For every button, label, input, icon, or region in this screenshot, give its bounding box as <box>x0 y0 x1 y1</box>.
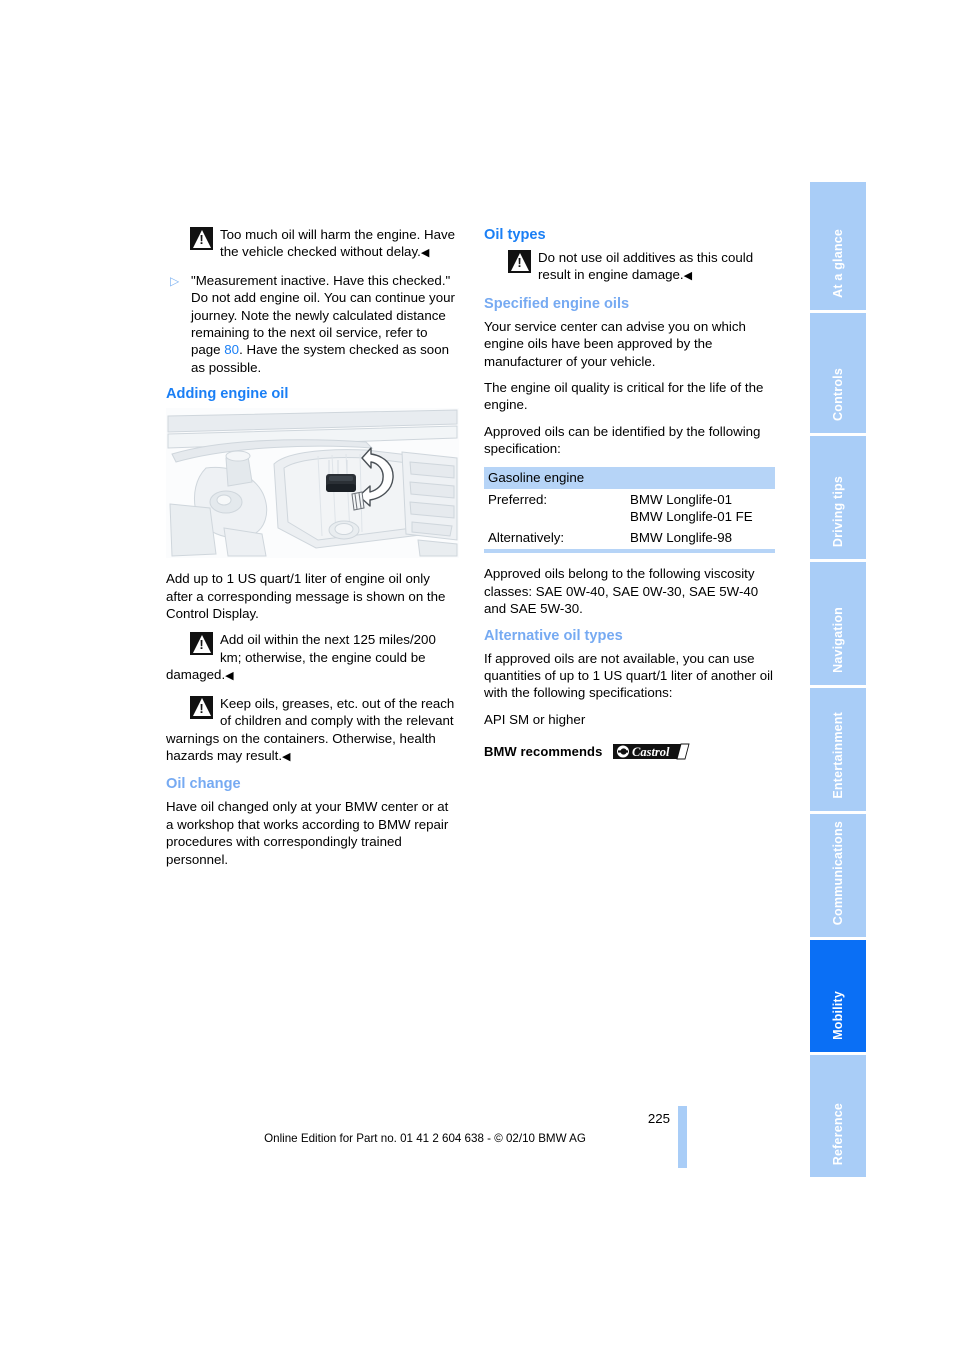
warning-triangle-icon <box>190 632 213 656</box>
warning-triangle-icon <box>508 250 531 273</box>
warning-note-too-much-oil: Too much oil will harm the engine. Have … <box>166 226 459 263</box>
heading-oil-change: Oil change <box>166 776 241 793</box>
alternative-oils-body: If approved oils are not available, you … <box>484 650 774 701</box>
heading-adding-engine-oil: Adding engine oil <box>166 386 289 403</box>
section-tab-rail: At a glance Controls Driving tips Naviga… <box>810 182 866 1177</box>
table-footer-bar <box>484 549 775 554</box>
table-body: Preferred: BMW Longlife-01 BMW Longlife-… <box>484 489 775 549</box>
engine-bay-oil-filler-cap-illustration <box>166 408 459 559</box>
oil-change-body: Have oil changed only at your BMW center… <box>166 799 449 867</box>
sidebar-tab-label: Mobility <box>831 991 845 1040</box>
sidebar-tab-label: Driving tips <box>831 475 845 547</box>
table-cell-value-preferred: BMW Longlife-01 BMW Longlife-01 FE <box>626 489 775 527</box>
adding-oil-body: Add up to 1 US quart/1 liter of engine o… <box>166 571 446 622</box>
sidebar-tab-driving-tips[interactable]: Driving tips <box>810 436 866 559</box>
warning-triangle-icon <box>190 227 213 250</box>
quoted-message: "Measurement inactive. Have this checked… <box>191 272 451 288</box>
sidebar-tab-communications[interactable]: Communications <box>810 814 866 937</box>
svg-text:Castrol: Castrol <box>632 745 670 759</box>
sidebar-tab-label: Communications <box>831 820 845 925</box>
gasoline-engine-oil-table: Gasoline engine Preferred: BMW Longlife-… <box>484 466 775 554</box>
heading-alternative-oil-types: Alternative oil types <box>484 627 623 644</box>
viscosity-classes-note: Approved oils belong to the following vi… <box>484 566 759 617</box>
recommend-label: BMW recommends <box>484 743 603 759</box>
sidebar-tab-label: At a glance <box>831 229 845 298</box>
table-bottom-rule <box>484 549 775 554</box>
table-header-gasoline-engine: Gasoline engine <box>484 466 775 490</box>
castrol-logo: Castrol <box>612 742 691 761</box>
table-row: Preferred: BMW Longlife-01 BMW Longlife-… <box>484 489 775 527</box>
table-row: Alternatively: BMW Longlife-98 <box>484 527 775 549</box>
measurement-body: Do not add engine oil. You can continue … <box>191 289 459 376</box>
page-reference-link[interactable]: 80 <box>224 342 239 357</box>
specified-oils-paragraph-3: Approved oils can be identified by the f… <box>484 423 761 457</box>
heading-specified-engine-oils: Specified engine oils <box>484 295 630 312</box>
table-cell-label-alternatively: Alternatively: <box>488 529 565 545</box>
sidebar-tab-at-a-glance[interactable]: At a glance <box>810 182 866 310</box>
sidebar-tab-label: Controls <box>831 368 845 421</box>
warning-triangle-icon <box>190 695 213 719</box>
alternative-oils-spec: API SM or higher <box>484 711 586 727</box>
sidebar-tab-label: Reference <box>831 1102 845 1165</box>
warning-note-body: Do not use oil additives as this could r… <box>538 250 754 283</box>
table-footer-row <box>484 549 775 554</box>
oil-value: BMW Longlife-98 <box>630 529 732 545</box>
brand-recommendation: BMW recommends Castrol <box>484 742 777 761</box>
end-of-note-marker: ◀ <box>225 670 234 683</box>
specified-oils-paragraph-2: The engine oil quality is critical for t… <box>484 380 764 413</box>
sidebar-tab-navigation[interactable]: Navigation <box>810 562 866 685</box>
warning-note-no-additives: Do not use oil additives as this could r… <box>484 249 777 286</box>
end-of-note-marker: ◀ <box>282 750 291 763</box>
footer-edition-text: Online Edition for Part no. 01 41 2 604 … <box>264 1132 586 1145</box>
sidebar-tab-label: Entertainment <box>831 712 845 799</box>
sidebar-tab-reference[interactable]: Reference <box>810 1055 866 1177</box>
end-of-note-marker: ◀ <box>420 247 430 260</box>
sidebar-tab-mobility[interactable]: Mobility <box>810 940 866 1052</box>
warning-note-add-within-distance: Add oil within the next 125 miles/200 km… <box>166 631 459 685</box>
heading-oil-types: Oil types <box>484 227 546 243</box>
oil-value: BMW Longlife-01 <box>630 492 732 508</box>
table-header-row: Gasoline engine <box>484 466 775 490</box>
manual-page: Too much oil will harm the engine. Have … <box>0 0 954 1350</box>
sidebar-tab-controls[interactable]: Controls <box>810 313 866 433</box>
table-cell-label-preferred: Preferred: <box>488 492 548 508</box>
end-of-note-marker: ◀ <box>683 270 693 283</box>
table-header: Gasoline engine <box>484 466 775 490</box>
list-item-measurement-inactive: ▷ "Measurement inactive. Have this check… <box>166 272 459 376</box>
oil-value: BMW Longlife-01 FE <box>630 509 753 525</box>
sidebar-tab-entertainment[interactable]: Entertainment <box>810 688 866 811</box>
left-text-column: Too much oil will harm the engine. Have … <box>166 226 459 877</box>
table-cell-value-alternatively: BMW Longlife-98 <box>626 527 775 549</box>
footer-accent-bar <box>678 1106 687 1168</box>
page-number: 225 <box>647 1111 670 1126</box>
warning-note-body: Too much oil will harm the engine. Have … <box>220 227 456 260</box>
sidebar-tab-label: Navigation <box>831 607 845 673</box>
specified-oils-paragraph-1: Your service center can advise you on wh… <box>484 318 746 369</box>
triangle-bullet-icon: ▷ <box>170 273 180 288</box>
right-text-column: Oil types Do not use oil additives as th… <box>484 226 777 761</box>
warning-note-keep-out-of-reach: Keep oils, greases, etc. out of the reac… <box>166 695 459 767</box>
